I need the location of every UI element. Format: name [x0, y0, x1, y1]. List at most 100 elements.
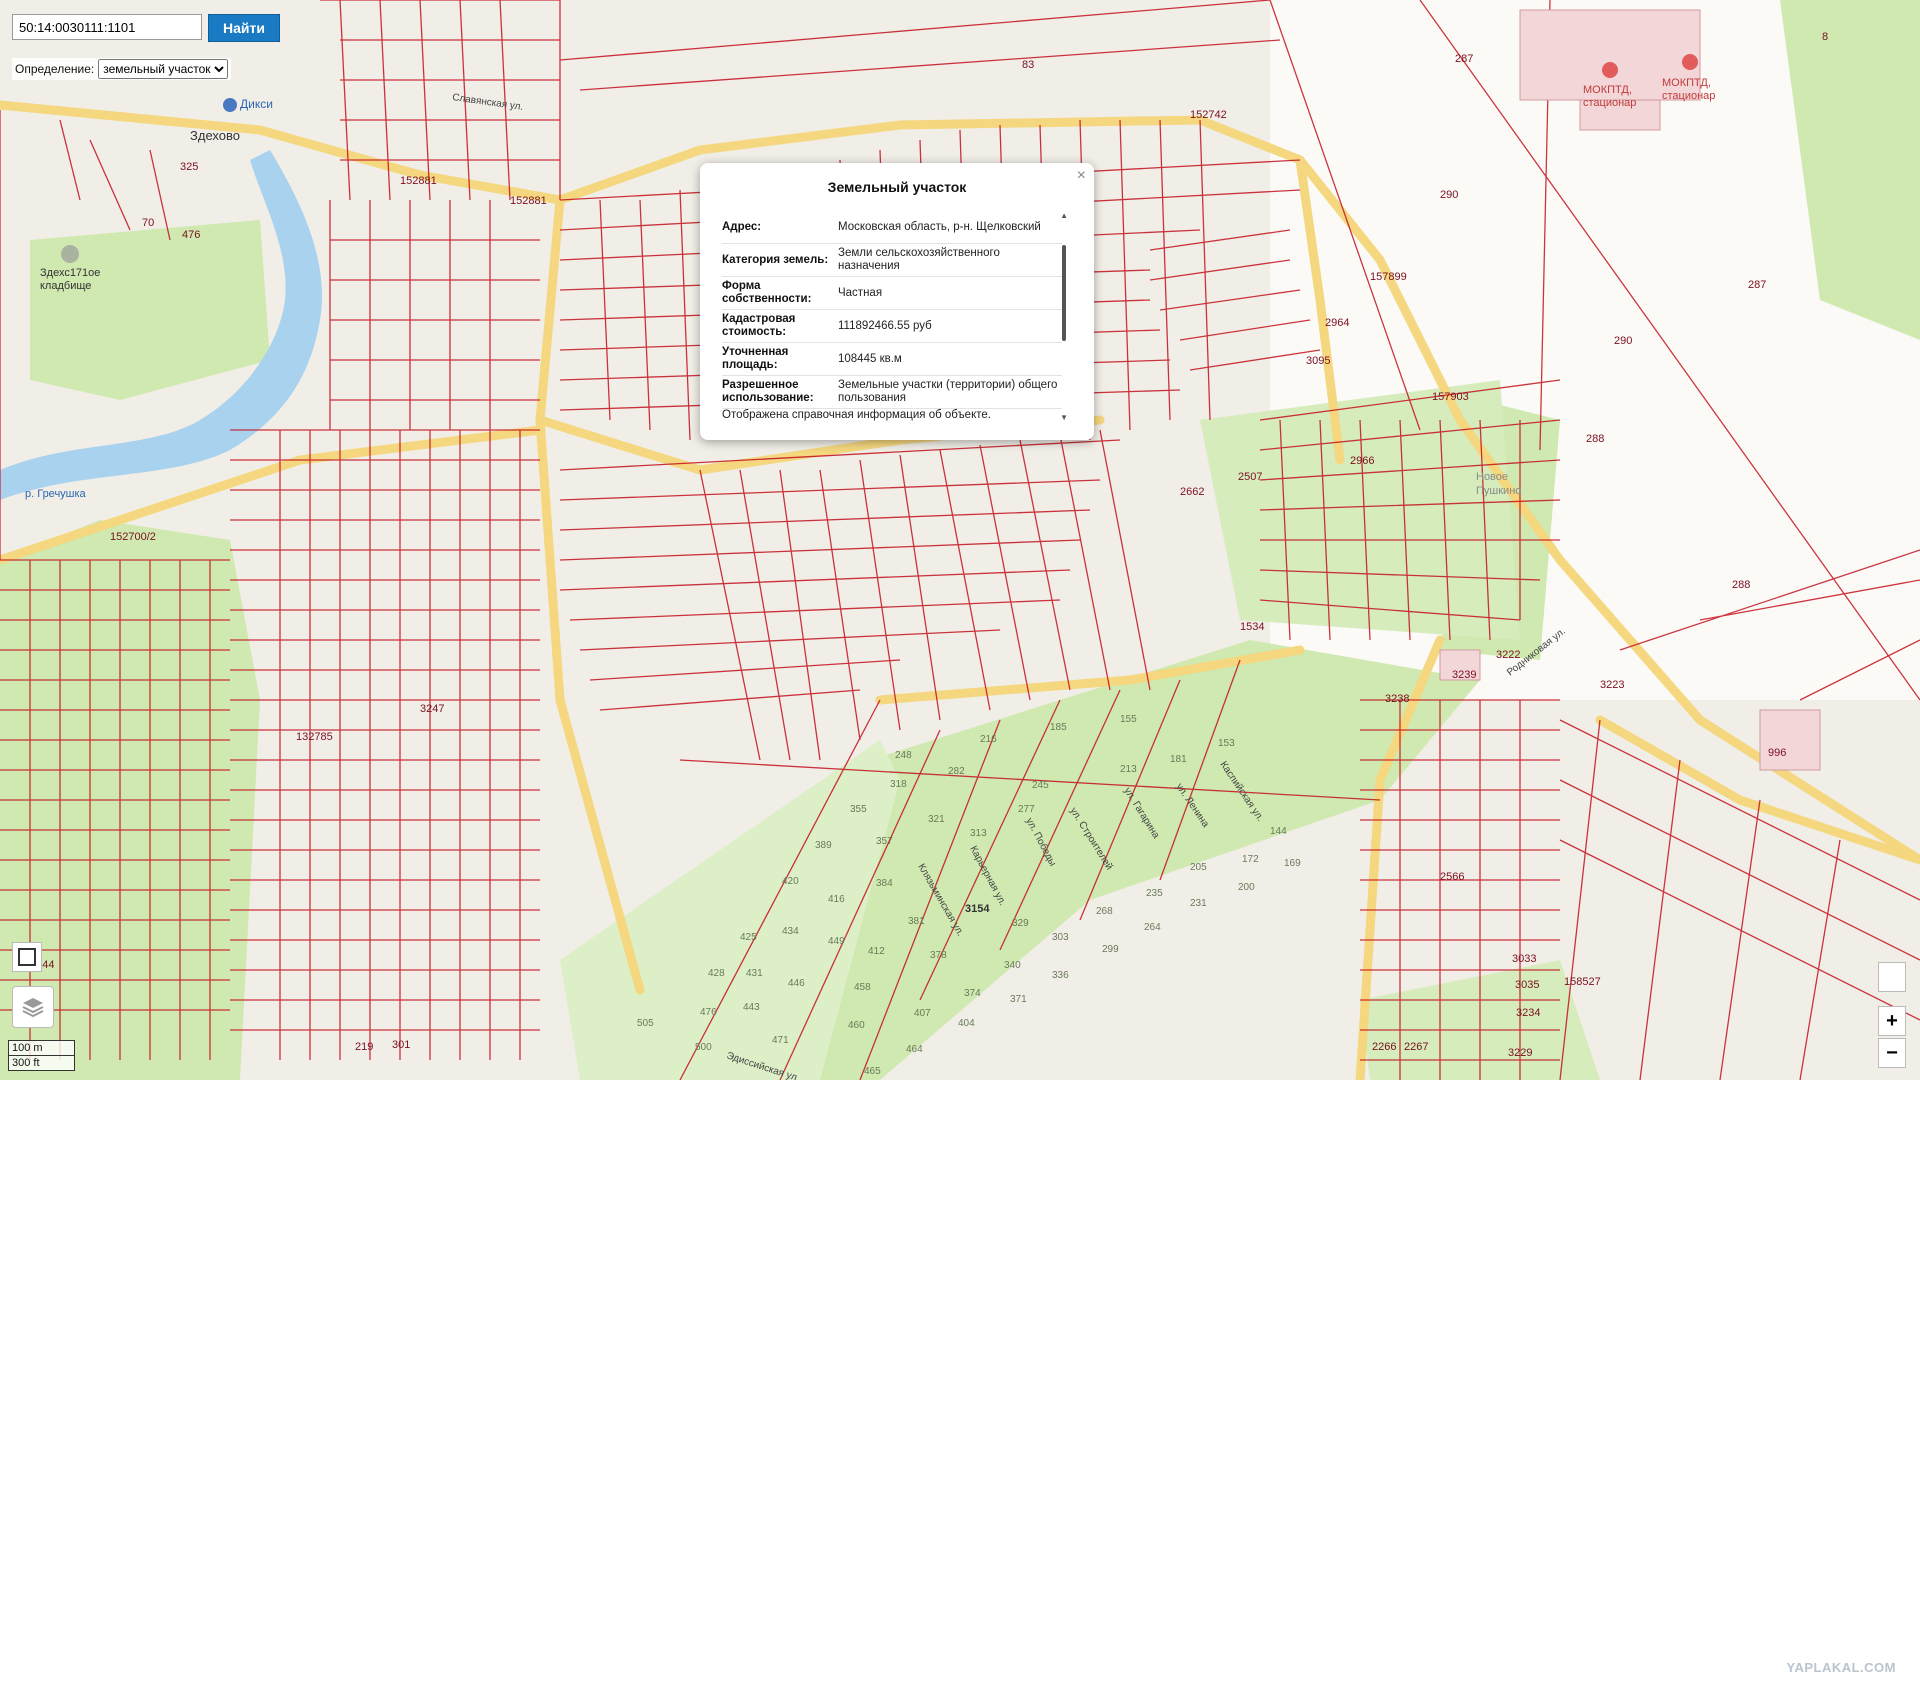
svg-text:471: 471: [772, 1035, 789, 1046]
svg-text:1534: 1534: [1240, 621, 1264, 633]
svg-text:299: 299: [1102, 944, 1119, 955]
svg-text:Дикси: Дикси: [240, 97, 273, 111]
svg-text:446: 446: [788, 978, 805, 989]
fullscreen-icon: [18, 948, 36, 966]
cadastral-map[interactable]: 83 287 290 287 290 288 288 8 996 3154 15…: [0, 0, 1920, 1080]
svg-text:200: 200: [1238, 882, 1255, 893]
map-base-layer: 83 287 290 287 290 288 288 8 996 3154 15…: [0, 0, 1920, 1080]
zoom-in-button[interactable]: +: [1878, 1006, 1906, 1036]
svg-text:231: 231: [1190, 898, 1207, 909]
svg-text:169: 169: [1284, 858, 1301, 869]
svg-text:384: 384: [876, 878, 893, 889]
layers-button[interactable]: [12, 986, 54, 1028]
svg-text:357: 357: [876, 836, 893, 847]
popup-rows: Адрес: Московская область, р-н. Щелковск…: [722, 211, 1062, 409]
svg-text:460: 460: [848, 1020, 865, 1031]
svg-text:287: 287: [1455, 53, 1473, 65]
svg-text:458: 458: [854, 982, 871, 993]
svg-text:313: 313: [970, 828, 987, 839]
row-key: Уточненная площадь:: [722, 346, 789, 371]
svg-text:3035: 3035: [1515, 979, 1539, 991]
svg-text:476: 476: [700, 1007, 717, 1018]
svg-text:2964: 2964: [1325, 317, 1349, 329]
popup-row-address: Адрес: Московская область, р-н. Щелковск…: [722, 211, 1062, 244]
svg-text:205: 205: [1190, 862, 1207, 873]
scale-bar: 100 m 300 ft: [8, 1040, 75, 1071]
svg-text:70: 70: [142, 217, 154, 229]
svg-text:3239: 3239: [1452, 669, 1476, 681]
popup-title: Земельный участок: [827, 179, 967, 195]
svg-text:3154: 3154: [965, 903, 990, 915]
layers-icon: [22, 998, 44, 1018]
svg-text:172: 172: [1242, 854, 1259, 865]
svg-text:329: 329: [1012, 918, 1029, 929]
svg-text:431: 431: [746, 968, 763, 979]
svg-text:412: 412: [868, 946, 885, 957]
svg-text:Пушкино: Пушкино: [1476, 485, 1521, 497]
svg-text:336: 336: [1052, 970, 1069, 981]
zoom-out-button[interactable]: −: [1878, 1038, 1906, 1068]
svg-text:132785: 132785: [296, 731, 333, 743]
svg-text:181: 181: [1170, 754, 1187, 765]
scroll-up-icon[interactable]: ▲: [1060, 211, 1068, 220]
svg-text:245: 245: [1032, 780, 1049, 791]
svg-text:290: 290: [1614, 335, 1632, 347]
svg-text:505: 505: [637, 1018, 654, 1029]
svg-text:213: 213: [1120, 764, 1137, 775]
svg-text:3095: 3095: [1306, 355, 1330, 367]
svg-text:155: 155: [1120, 714, 1137, 725]
svg-text:416: 416: [828, 894, 845, 905]
svg-text:152700/2: 152700/2: [110, 531, 156, 543]
svg-text:8: 8: [1822, 31, 1828, 43]
svg-text:2507: 2507: [1238, 471, 1262, 483]
svg-text:287: 287: [1748, 279, 1766, 291]
svg-text:2662: 2662: [1180, 486, 1204, 498]
svg-text:404: 404: [958, 1018, 975, 1029]
scroll-down-icon[interactable]: ▼: [1060, 413, 1068, 422]
svg-text:996: 996: [1768, 747, 1786, 759]
definition-label: Определение:: [15, 62, 95, 76]
compass-button[interactable]: [1878, 962, 1906, 992]
svg-text:3238: 3238: [1385, 693, 1409, 705]
row-value: 111892466.55 руб: [838, 319, 932, 332]
svg-text:2267: 2267: [1404, 1041, 1428, 1053]
svg-text:434: 434: [782, 926, 799, 937]
row-key: Форма собственности:: [722, 280, 812, 305]
svg-text:216: 216: [980, 734, 997, 745]
svg-text:290: 290: [1440, 189, 1458, 201]
svg-text:325: 325: [180, 161, 198, 173]
svg-text:381: 381: [908, 916, 925, 927]
svg-text:МОКПТД,: МОКПТД,: [1662, 77, 1711, 89]
definition-select[interactable]: земельный участок: [98, 59, 229, 79]
svg-text:стационар: стационар: [1583, 97, 1636, 109]
svg-text:301: 301: [392, 1039, 410, 1051]
svg-text:83: 83: [1022, 59, 1034, 71]
svg-text:3033: 3033: [1512, 953, 1536, 965]
popup-row-ownership: Форма собственности: Частная: [722, 277, 1062, 310]
fullscreen-button[interactable]: [12, 942, 42, 972]
svg-text:144: 144: [1270, 826, 1287, 837]
close-icon[interactable]: ×: [1077, 167, 1086, 185]
svg-text:152881: 152881: [510, 195, 547, 207]
svg-text:371: 371: [1010, 994, 1027, 1005]
row-key: Адрес:: [722, 220, 762, 233]
svg-text:3223: 3223: [1600, 679, 1624, 691]
svg-text:340: 340: [1004, 960, 1021, 971]
svg-text:318: 318: [890, 779, 907, 790]
svg-text:378: 378: [930, 950, 947, 961]
svg-text:219: 219: [355, 1041, 373, 1053]
svg-text:3247: 3247: [420, 703, 444, 715]
popup-row-use: Разрешенное использование: Земельные уча…: [722, 376, 1062, 409]
cadastral-number-input[interactable]: [12, 14, 202, 40]
svg-text:428: 428: [708, 968, 725, 979]
row-value: 108445 кв.м: [838, 352, 902, 365]
svg-text:264: 264: [1144, 922, 1161, 933]
svg-text:153: 153: [1218, 738, 1235, 749]
place-zdekhovo: Здехово: [190, 128, 240, 143]
svg-text:Новое: Новое: [1476, 471, 1508, 483]
row-key: Категория земель:: [722, 253, 829, 266]
svg-text:374: 374: [964, 988, 981, 999]
popup-scrollbar[interactable]: [1062, 245, 1066, 341]
find-button[interactable]: Найти: [208, 14, 280, 42]
svg-text:248: 248: [895, 750, 912, 761]
